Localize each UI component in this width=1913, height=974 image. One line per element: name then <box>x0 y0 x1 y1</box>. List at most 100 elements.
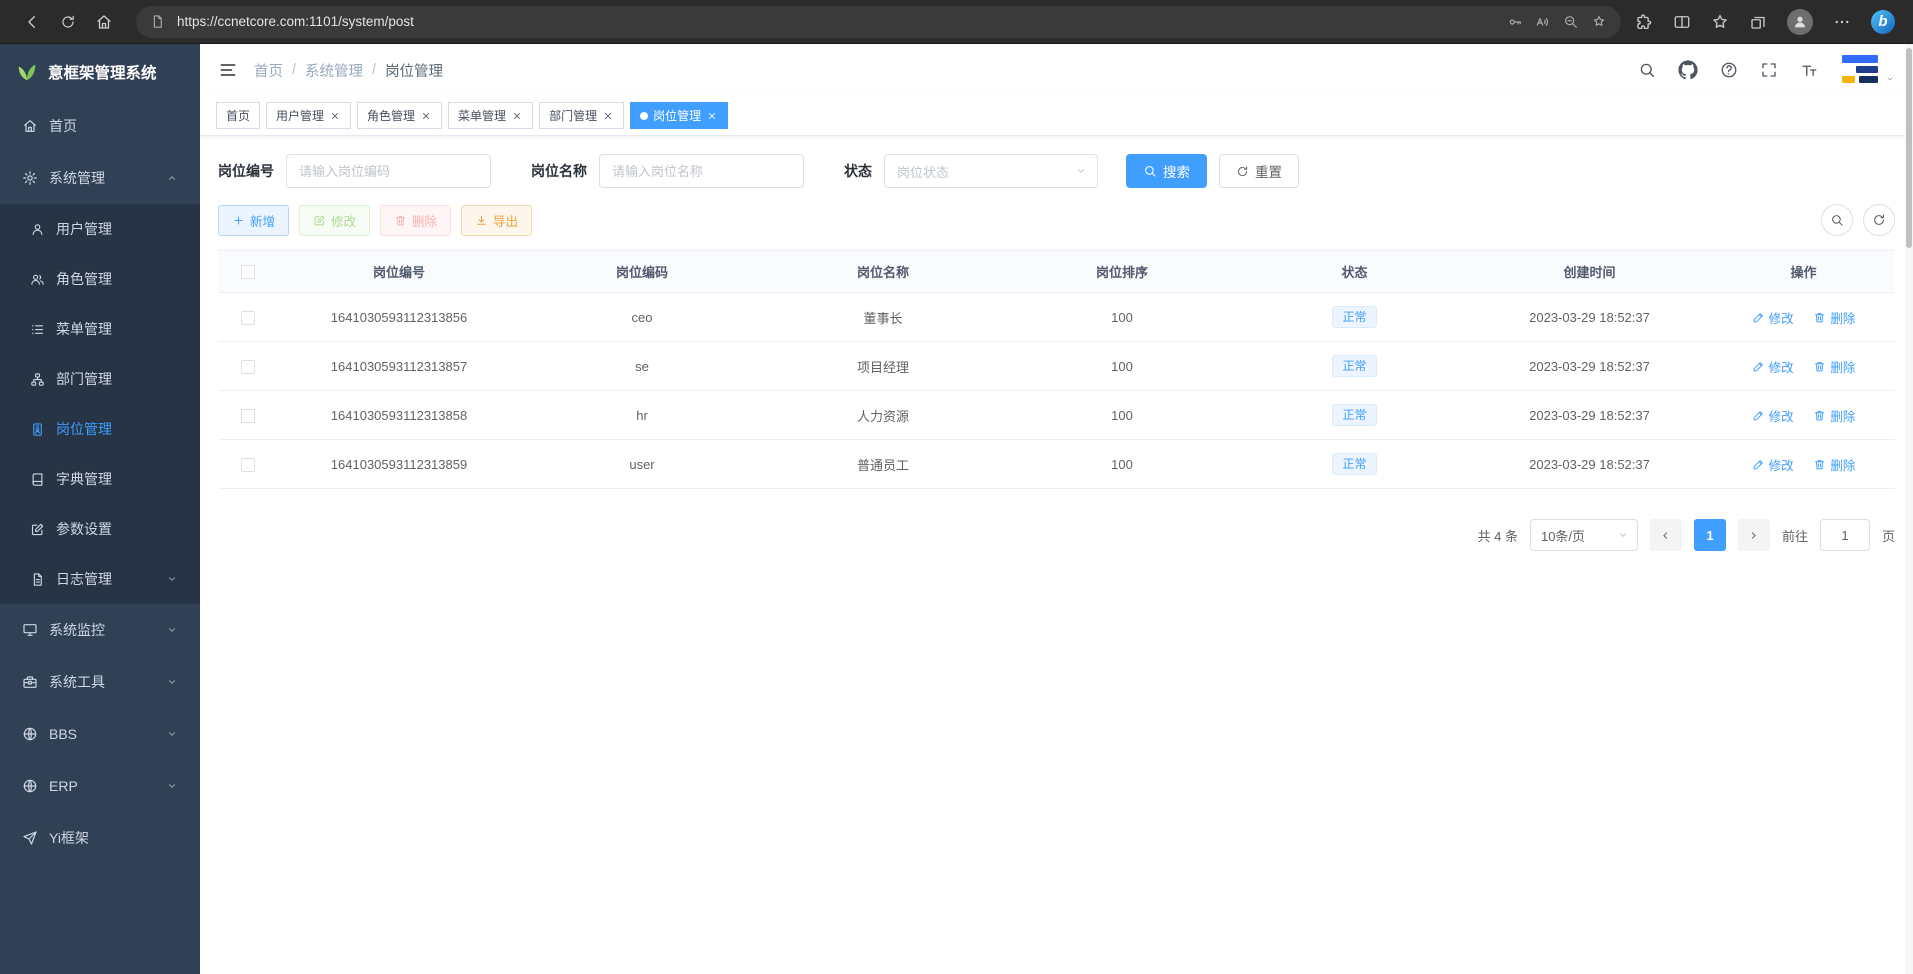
user-avatar-menu[interactable] <box>1840 54 1895 86</box>
edit-link-label: 修改 <box>1769 455 1794 474</box>
row-delete-link[interactable]: 删除 <box>1813 455 1855 474</box>
zoom-icon[interactable] <box>1563 14 1579 30</box>
list-icon <box>30 322 45 337</box>
table-row: 1641030593112313858 hr 人力资源 100 正常 2023-… <box>218 391 1895 440</box>
extensions-icon[interactable] <box>1635 13 1653 31</box>
fullscreen-icon[interactable] <box>1760 61 1778 79</box>
collections-icon[interactable] <box>1749 13 1767 31</box>
sidebar-item-role-mgmt[interactable]: 角色管理 <box>0 254 200 304</box>
sidebar-item-yi-framework[interactable]: Yi框架 <box>0 812 200 864</box>
breadcrumb-home[interactable]: 首页 <box>254 60 283 81</box>
toggle-search-button[interactable] <box>1821 204 1853 236</box>
page-scrollbar[interactable] <box>1905 44 1913 974</box>
sidebar-item-system-tools[interactable]: 系统工具 <box>0 656 200 708</box>
sidebar-toggle-icon[interactable] <box>218 60 238 80</box>
help-icon[interactable] <box>1720 61 1738 79</box>
url-text[interactable]: https://ccnetcore.com:1101/system/post <box>177 14 1495 29</box>
row-delete-link[interactable]: 删除 <box>1813 406 1855 425</box>
search-icon[interactable] <box>1638 61 1656 79</box>
github-icon[interactable] <box>1678 60 1698 80</box>
browser-chrome: https://ccnetcore.com:1101/system/post b <box>0 0 1913 44</box>
edit-button[interactable]: 修改 <box>299 205 370 236</box>
cell-post-sort: 100 <box>1002 440 1242 489</box>
post-code-input[interactable] <box>286 154 491 188</box>
tab-post-mgmt[interactable]: 岗位管理 <box>630 102 728 129</box>
sidebar-item-erp[interactable]: ERP <box>0 760 200 812</box>
sidebar-item-post-mgmt[interactable]: 岗位管理 <box>0 404 200 454</box>
row-edit-link[interactable]: 修改 <box>1752 406 1794 425</box>
tab-label: 角色管理 <box>367 107 415 124</box>
profile-avatar[interactable] <box>1787 9 1813 35</box>
delete-button[interactable]: 删除 <box>380 205 451 236</box>
tab-menu-mgmt[interactable]: 菜单管理 <box>448 102 533 129</box>
breadcrumb-system-mgmt[interactable]: 系统管理 <box>305 60 363 81</box>
refresh-icon <box>1236 165 1249 178</box>
scrollbar-thumb[interactable] <box>1906 48 1912 248</box>
split-screen-icon[interactable] <box>1673 13 1691 31</box>
cell-post-code: se <box>520 342 764 391</box>
page-1-button[interactable]: 1 <box>1694 519 1726 551</box>
sidebar-item-menu-mgmt[interactable]: 菜单管理 <box>0 304 200 354</box>
refresh-table-button[interactable] <box>1863 204 1895 236</box>
sidebar-item-user-mgmt[interactable]: 用户管理 <box>0 204 200 254</box>
password-key-icon[interactable] <box>1507 14 1523 30</box>
row-checkbox[interactable] <box>241 458 255 472</box>
cell-post-code: hr <box>520 391 764 440</box>
sidebar-item-system-monitor[interactable]: 系统监控 <box>0 604 200 656</box>
tab-dept-mgmt[interactable]: 部门管理 <box>539 102 624 129</box>
search-button[interactable]: 搜索 <box>1126 154 1207 188</box>
tab-role-mgmt[interactable]: 角色管理 <box>357 102 442 129</box>
row-checkbox[interactable] <box>241 311 255 325</box>
tab-close-icon[interactable] <box>329 110 341 122</box>
app-logo[interactable]: 意框架管理系统 <box>0 44 200 100</box>
browser-back-button[interactable] <box>14 5 50 39</box>
row-delete-link[interactable]: 删除 <box>1813 357 1855 376</box>
sidebar-item-dept-mgmt[interactable]: 部门管理 <box>0 354 200 404</box>
edit-link-label: 修改 <box>1769 406 1794 425</box>
row-edit-link[interactable]: 修改 <box>1752 357 1794 376</box>
cell-post-sort: 100 <box>1002 391 1242 440</box>
tab-user-mgmt[interactable]: 用户管理 <box>266 102 351 129</box>
browser-menu-icon[interactable] <box>1833 13 1851 31</box>
sidebar-item-system-mgmt[interactable]: 系统管理 <box>0 152 200 204</box>
bing-icon[interactable]: b <box>1871 10 1895 34</box>
sidebar-item-label: 角色管理 <box>56 269 112 289</box>
tab-close-icon[interactable] <box>511 110 523 122</box>
row-edit-link[interactable]: 修改 <box>1752 308 1794 327</box>
status-select[interactable]: 岗位状态 <box>884 154 1098 188</box>
address-bar[interactable]: https://ccnetcore.com:1101/system/post <box>136 6 1621 38</box>
sidebar-item-dict-mgmt[interactable]: 字典管理 <box>0 454 200 504</box>
goto-page-input[interactable] <box>1820 519 1870 551</box>
page-icon <box>150 14 165 29</box>
select-all-checkbox[interactable] <box>241 265 255 279</box>
sidebar-item-bbs[interactable]: BBS <box>0 708 200 760</box>
add-button[interactable]: 新增 <box>218 205 289 236</box>
tab-close-icon[interactable] <box>706 110 718 122</box>
export-button[interactable]: 导出 <box>461 205 532 236</box>
row-checkbox[interactable] <box>241 360 255 374</box>
add-favorites-icon[interactable] <box>1591 14 1607 30</box>
sidebar-item-home[interactable]: 首页 <box>0 100 200 152</box>
prev-page-button[interactable] <box>1650 519 1682 551</box>
post-name-input[interactable] <box>599 154 804 188</box>
post-name-label: 岗位名称 <box>531 161 587 181</box>
browser-home-button[interactable] <box>86 5 122 39</box>
next-page-button[interactable] <box>1738 519 1770 551</box>
browser-refresh-button[interactable] <box>50 5 86 39</box>
reset-button[interactable]: 重置 <box>1219 154 1299 188</box>
page-size-select[interactable]: 10条/页 <box>1530 519 1638 551</box>
tab-close-icon[interactable] <box>602 110 614 122</box>
row-edit-link[interactable]: 修改 <box>1752 455 1794 474</box>
refresh-icon <box>1872 213 1886 227</box>
row-delete-link[interactable]: 删除 <box>1813 308 1855 327</box>
tab-close-icon[interactable] <box>420 110 432 122</box>
sidebar-item-log-mgmt[interactable]: 日志管理 <box>0 554 200 604</box>
read-aloud-icon[interactable] <box>1535 14 1551 30</box>
tab-home[interactable]: 首页 <box>216 102 260 129</box>
favorites-icon[interactable] <box>1711 13 1729 31</box>
status-badge: 正常 <box>1332 453 1376 475</box>
sidebar-item-param-settings[interactable]: 参数设置 <box>0 504 200 554</box>
font-size-icon[interactable] <box>1800 61 1818 79</box>
delete-button-label: 删除 <box>412 211 437 230</box>
row-checkbox[interactable] <box>241 409 255 423</box>
